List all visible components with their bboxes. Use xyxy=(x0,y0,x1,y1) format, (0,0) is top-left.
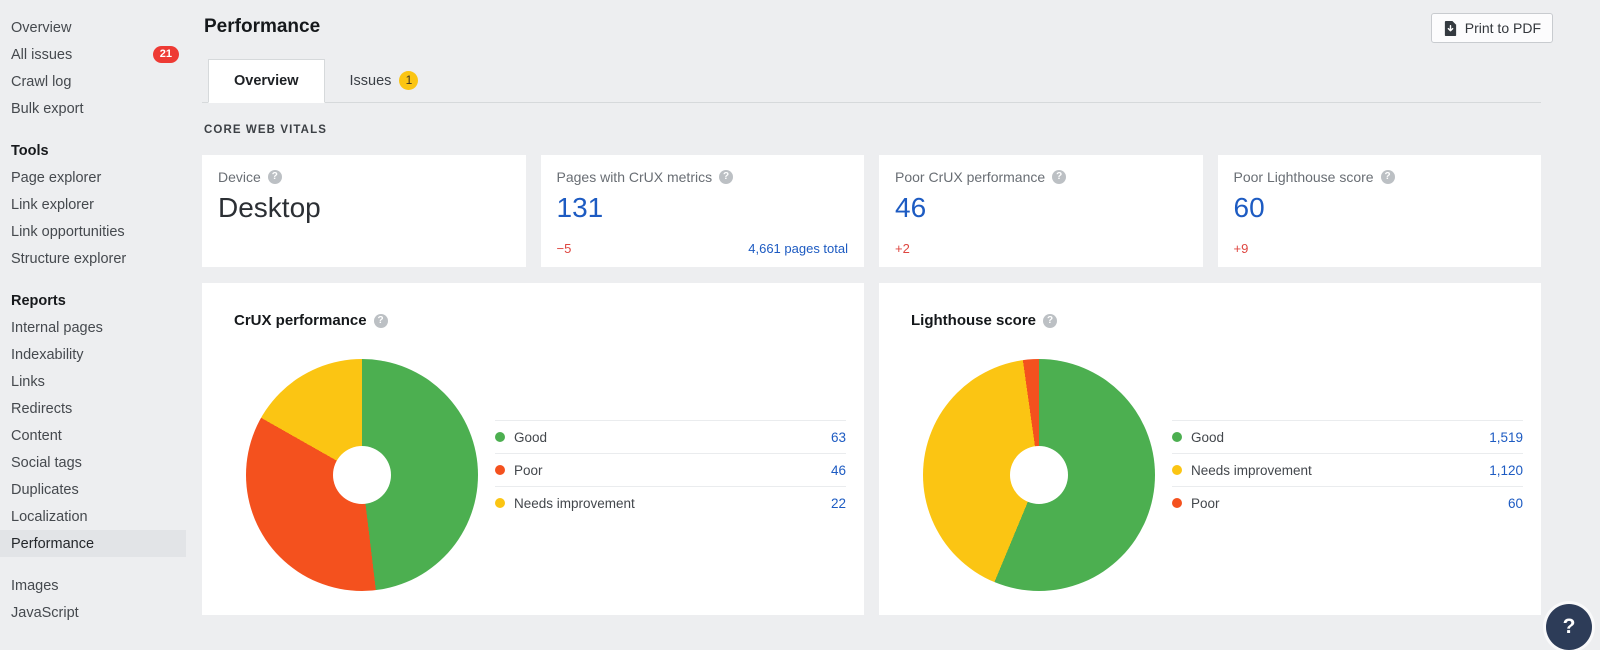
print-pdf-icon xyxy=(1443,21,1458,36)
good-dot-icon xyxy=(1172,432,1182,442)
all-issues-count-badge: 21 xyxy=(153,46,179,63)
help-button[interactable]: ? xyxy=(1546,604,1592,650)
lighthouse-legend: Good 1,519 Needs improvement 1,120 Poor … xyxy=(1172,420,1523,519)
sidebar-item-internal-pages[interactable]: Internal pages xyxy=(0,314,186,341)
delta-badge: +2 xyxy=(895,241,910,256)
sidebar-item-all-issues[interactable]: All issues 21 xyxy=(0,41,186,68)
legend-label: Good xyxy=(514,430,547,445)
legend-value-link[interactable]: 22 xyxy=(831,496,846,511)
page-title: Performance xyxy=(204,16,320,38)
stat-card-poor-lighthouse: Poor Lighthouse score ? 60 +9 xyxy=(1218,155,1542,267)
help-icon[interactable]: ? xyxy=(1052,170,1066,184)
stat-card-poor-crux: Poor CrUX performance ? 46 +2 xyxy=(879,155,1203,267)
pages-with-crux-value[interactable]: 131 xyxy=(557,192,849,224)
sidebar-item-localization[interactable]: Localization xyxy=(0,503,186,530)
legend-row-good: Good 1,519 xyxy=(1172,420,1523,453)
sidebar-item-social-tags[interactable]: Social tags xyxy=(0,449,186,476)
tab-overview[interactable]: Overview xyxy=(208,59,325,103)
stat-card-label: Device xyxy=(218,169,261,185)
sidebar-item-crawl-log[interactable]: Crawl log xyxy=(0,68,186,95)
help-icon[interactable]: ? xyxy=(719,170,733,184)
question-mark-icon: ? xyxy=(1563,615,1576,639)
legend-label: Needs improvement xyxy=(1191,463,1312,478)
sidebar-item-label: All issues xyxy=(11,47,72,63)
crux-legend: Good 63 Poor 46 Needs improvement 22 xyxy=(495,420,846,519)
stat-card-pages-with-crux: Pages with CrUX metrics ? 131 −5 4,661 p… xyxy=(541,155,865,267)
legend-row-needs-improvement: Needs improvement 1,120 xyxy=(1172,453,1523,486)
sidebar-item-page-explorer[interactable]: Page explorer xyxy=(0,164,186,191)
sidebar-item-bulk-export[interactable]: Bulk export xyxy=(0,95,186,122)
help-icon[interactable]: ? xyxy=(268,170,282,184)
delta-badge: −5 xyxy=(557,241,572,256)
stat-card-device: Device ? Desktop xyxy=(202,155,526,267)
tab-issues[interactable]: Issues 1 xyxy=(325,59,444,102)
poor-dot-icon xyxy=(1172,498,1182,508)
delta-badge: +9 xyxy=(1234,241,1249,256)
print-button-label: Print to PDF xyxy=(1465,20,1541,36)
sidebar-item-images[interactable]: Images xyxy=(0,572,186,599)
chart-title: CrUX performance xyxy=(234,312,367,329)
legend-row-good: Good 63 xyxy=(495,420,846,453)
help-icon[interactable]: ? xyxy=(374,314,388,328)
lighthouse-donut-chart[interactable] xyxy=(923,359,1155,591)
issues-count-badge: 1 xyxy=(399,71,418,90)
donut-hole xyxy=(1010,446,1068,504)
tab-label: Overview xyxy=(234,73,299,89)
sidebar-item-javascript[interactable]: JavaScript xyxy=(0,599,186,626)
sidebar-item-link-explorer[interactable]: Link explorer xyxy=(0,191,186,218)
sidebar-item-redirects[interactable]: Redirects xyxy=(0,395,186,422)
device-value: Desktop xyxy=(218,192,510,224)
sidebar-item-overview[interactable]: Overview xyxy=(0,14,186,41)
chart-cards-row: CrUX performance ? Good 63 Poor 46 Needs… xyxy=(202,283,1541,615)
legend-value-link[interactable]: 1,519 xyxy=(1489,430,1523,445)
needs-improvement-dot-icon xyxy=(495,498,505,508)
donut-hole xyxy=(333,446,391,504)
stat-cards-row: Device ? Desktop Pages with CrUX metrics… xyxy=(202,155,1541,267)
help-icon[interactable]: ? xyxy=(1381,170,1395,184)
legend-value-link[interactable]: 63 xyxy=(831,430,846,445)
lighthouse-score-chart-card: Lighthouse score ? Good 1,519 Needs impr… xyxy=(879,283,1541,615)
legend-value-link[interactable]: 1,120 xyxy=(1489,463,1523,478)
print-to-pdf-button[interactable]: Print to PDF xyxy=(1431,13,1553,43)
sidebar: Overview All issues 21 Crawl log Bulk ex… xyxy=(0,0,190,644)
help-icon[interactable]: ? xyxy=(1043,314,1057,328)
legend-label: Poor xyxy=(514,463,543,478)
legend-value-link[interactable]: 60 xyxy=(1508,496,1523,511)
tab-label: Issues xyxy=(350,73,392,89)
sidebar-section-tools: Tools xyxy=(0,137,186,164)
sidebar-item-link-opportunities[interactable]: Link opportunities xyxy=(0,218,186,245)
legend-label: Poor xyxy=(1191,496,1220,511)
legend-label: Needs improvement xyxy=(514,496,635,511)
sidebar-item-structure-explorer[interactable]: Structure explorer xyxy=(0,245,186,272)
crux-performance-chart-card: CrUX performance ? Good 63 Poor 46 Needs… xyxy=(202,283,864,615)
sidebar-item-indexability[interactable]: Indexability xyxy=(0,341,186,368)
legend-value-link[interactable]: 46 xyxy=(831,463,846,478)
sidebar-item-performance[interactable]: Performance xyxy=(0,530,186,557)
legend-row-needs-improvement: Needs improvement 22 xyxy=(495,486,846,519)
stat-card-label: Poor Lighthouse score xyxy=(1234,169,1374,185)
sidebar-section-reports: Reports xyxy=(0,287,186,314)
pages-total-link[interactable]: 4,661 pages total xyxy=(748,241,848,256)
poor-crux-value[interactable]: 46 xyxy=(895,192,1187,224)
legend-row-poor: Poor 60 xyxy=(1172,486,1523,519)
core-web-vitals-section-label: CORE WEB VITALS xyxy=(204,124,327,136)
sidebar-item-content[interactable]: Content xyxy=(0,422,186,449)
crux-donut-chart[interactable] xyxy=(246,359,478,591)
tab-bar: Overview Issues 1 xyxy=(202,59,1541,103)
stat-card-label: Poor CrUX performance xyxy=(895,169,1045,185)
legend-label: Good xyxy=(1191,430,1224,445)
needs-improvement-dot-icon xyxy=(1172,465,1182,475)
poor-dot-icon xyxy=(495,465,505,475)
chart-title: Lighthouse score xyxy=(911,312,1036,329)
sidebar-item-links[interactable]: Links xyxy=(0,368,186,395)
sidebar-item-duplicates[interactable]: Duplicates xyxy=(0,476,186,503)
legend-row-poor: Poor 46 xyxy=(495,453,846,486)
good-dot-icon xyxy=(495,432,505,442)
poor-lighthouse-value[interactable]: 60 xyxy=(1234,192,1526,224)
stat-card-label: Pages with CrUX metrics xyxy=(557,169,713,185)
